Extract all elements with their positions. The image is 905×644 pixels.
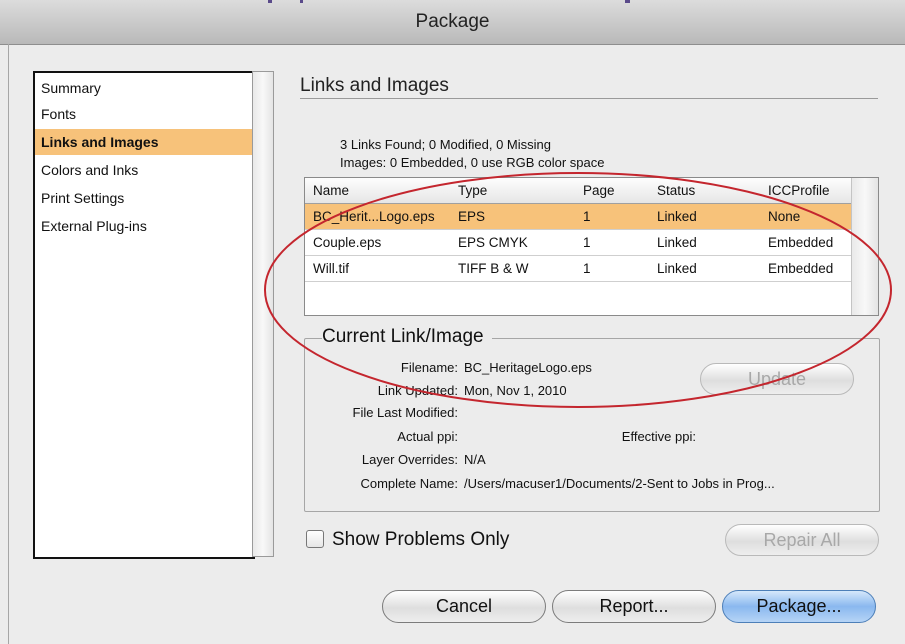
category-label: Links and Images bbox=[41, 134, 159, 150]
cell-page: 1 bbox=[583, 235, 591, 250]
category-colors-and-inks[interactable]: Colors and Inks bbox=[35, 157, 253, 183]
column-header-icc-profile[interactable]: ICCProfile bbox=[768, 178, 830, 203]
category-label: Summary bbox=[41, 80, 101, 96]
table-row[interactable]: Couple.eps EPS CMYK 1 Linked Embedded bbox=[305, 230, 853, 256]
category-links-and-images[interactable]: Links and Images bbox=[35, 129, 253, 155]
cell-type: EPS bbox=[458, 209, 486, 224]
report-button[interactable]: Report... bbox=[552, 590, 716, 623]
category-label: Fonts bbox=[41, 106, 77, 122]
package-button[interactable]: Package... bbox=[722, 590, 876, 623]
cell-page: 1 bbox=[583, 209, 591, 224]
cell-icc-profile: None bbox=[768, 209, 801, 224]
cell-type: EPS CMYK bbox=[458, 235, 528, 250]
links-summary: 3 Links Found; 0 Modified, 0 Missing bbox=[340, 137, 551, 152]
title-bar-mark bbox=[268, 0, 272, 3]
table-row-empty[interactable] bbox=[305, 282, 853, 308]
category-label: Print Settings bbox=[41, 190, 125, 206]
section-divider bbox=[300, 98, 878, 99]
images-summary: Images: 0 Embedded, 0 use RGB color spac… bbox=[340, 155, 605, 170]
column-header-type[interactable]: Type bbox=[458, 178, 487, 203]
column-header-page[interactable]: Page bbox=[583, 178, 615, 203]
cell-name: BC_Herit...Logo.eps bbox=[313, 209, 435, 224]
table-row[interactable]: Will.tif TIFF B & W 1 Linked Embedded bbox=[305, 256, 853, 282]
table-row[interactable]: BC_Herit...Logo.eps EPS 1 Linked None bbox=[305, 204, 853, 230]
column-header-name[interactable]: Name bbox=[313, 178, 349, 203]
filename-label: Filename: bbox=[400, 360, 458, 375]
links-table[interactable]: Name Type Page Status ICCProfile BC_Heri… bbox=[304, 177, 879, 316]
category-print-settings[interactable]: Print Settings bbox=[35, 185, 253, 211]
effective-ppi-label: Effective ppi: bbox=[621, 429, 696, 444]
complete-name-value: /Users/macuser1/Documents/2-Sent to Jobs… bbox=[464, 476, 775, 491]
category-list-scrollbar[interactable] bbox=[252, 71, 274, 557]
title-bar: Package bbox=[0, 0, 905, 45]
layer-overrides-label: Layer Overrides: bbox=[361, 452, 458, 467]
update-button[interactable]: Update bbox=[700, 363, 854, 395]
category-summary[interactable]: Summary bbox=[35, 75, 253, 101]
window-title: Package bbox=[415, 11, 490, 32]
table-scrollbar[interactable] bbox=[851, 178, 878, 315]
category-list[interactable]: Summary Fonts Links and Images Colors an… bbox=[33, 71, 255, 559]
cell-status: Linked bbox=[657, 209, 697, 224]
show-problems-label[interactable]: Show Problems Only bbox=[332, 529, 509, 551]
show-problems-checkbox[interactable] bbox=[306, 530, 324, 548]
cancel-button[interactable]: Cancel bbox=[382, 590, 546, 623]
category-fonts[interactable]: Fonts bbox=[35, 101, 253, 127]
layer-overrides-value: N/A bbox=[464, 452, 486, 467]
cell-name: Will.tif bbox=[313, 261, 349, 276]
cell-icc-profile: Embedded bbox=[768, 261, 834, 276]
title-bar-mark bbox=[300, 0, 303, 3]
cell-type: TIFF B & W bbox=[458, 261, 529, 276]
filename-value: BC_HeritageLogo.eps bbox=[464, 360, 592, 375]
category-label: Colors and Inks bbox=[41, 162, 139, 178]
link-updated-value: Mon, Nov 1, 2010 bbox=[464, 383, 567, 398]
cell-status: Linked bbox=[657, 261, 697, 276]
category-label: External Plug-ins bbox=[41, 218, 147, 234]
repair-all-button[interactable]: Repair All bbox=[725, 524, 879, 556]
cell-status: Linked bbox=[657, 235, 697, 250]
link-updated-label: Link Updated: bbox=[377, 383, 458, 398]
complete-name-label: Complete Name: bbox=[360, 476, 458, 491]
cell-name: Couple.eps bbox=[313, 235, 382, 250]
cell-icc-profile: Embedded bbox=[768, 235, 834, 250]
table-header: Name Type Page Status ICCProfile bbox=[305, 178, 853, 204]
column-header-status[interactable]: Status bbox=[657, 178, 695, 203]
actual-ppi-label: Actual ppi: bbox=[397, 429, 458, 444]
cell-page: 1 bbox=[583, 261, 591, 276]
file-last-modified-label: File Last Modified: bbox=[352, 405, 459, 420]
category-external-plug-ins[interactable]: External Plug-ins bbox=[35, 213, 253, 239]
title-bar-mark bbox=[625, 0, 630, 3]
section-title: Links and Images bbox=[300, 75, 449, 96]
current-link-title: Current Link/Image bbox=[322, 326, 492, 348]
